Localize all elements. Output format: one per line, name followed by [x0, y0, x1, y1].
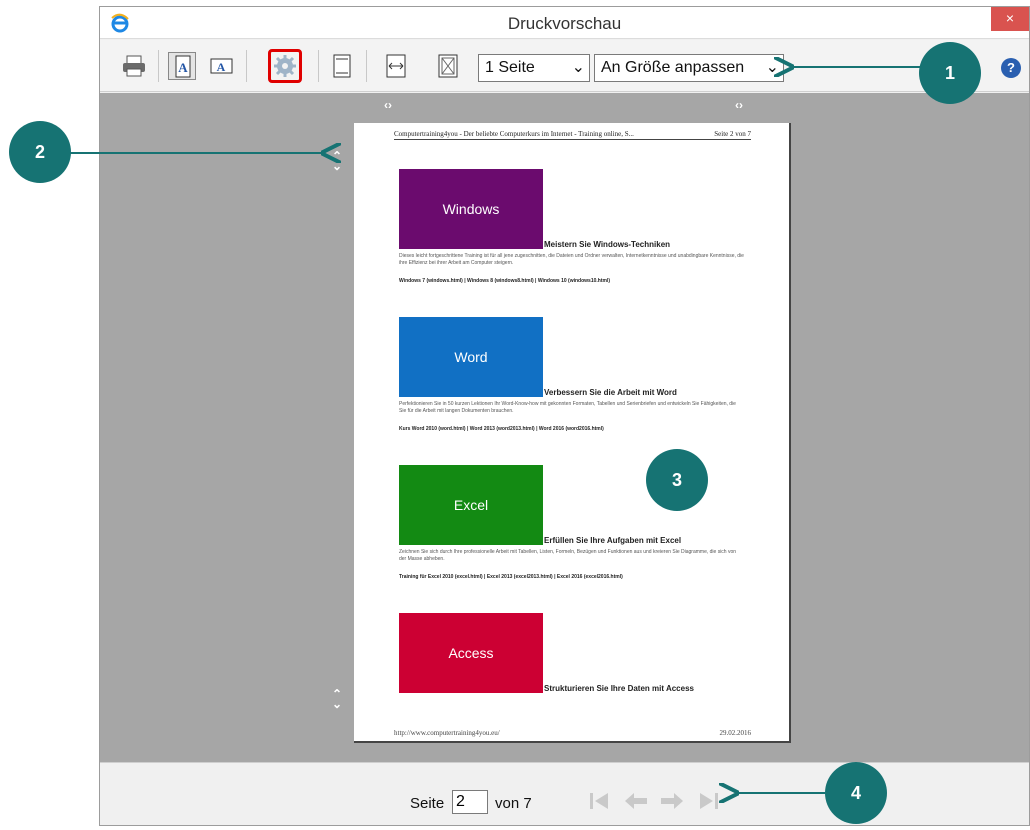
header-footer-icon[interactable]: [328, 52, 356, 80]
page-footer-url: http://www.computertraining4you.eu/: [394, 729, 500, 737]
zoom-select-value: An Größe anpassen: [601, 59, 745, 76]
status-bar: Seite 2 von 7: [100, 762, 1029, 825]
section-text: Perfektionieren Sie in 50 kurzen Lektion…: [399, 401, 736, 414]
zoom-select[interactable]: An Größe anpassen ⌄: [594, 54, 784, 82]
right-margin-handle[interactable]: ‹›: [735, 99, 743, 111]
full-page-icon[interactable]: [434, 52, 462, 80]
page-setup-gear-icon[interactable]: [268, 49, 302, 83]
section-links: Kurs Word 2010 (word.html) | Word 2013 (…: [399, 426, 604, 432]
first-page-icon[interactable]: [586, 789, 614, 813]
callout-3: 3: [646, 449, 708, 511]
chevron-down-icon: ⌄: [571, 59, 585, 76]
word-tile: Word: [399, 317, 543, 397]
top-margin-handle[interactable]: ⌃ ⌄: [332, 150, 342, 172]
callout-1: 1: [919, 42, 981, 104]
next-page-icon[interactable]: [658, 789, 686, 813]
page-count-label: von 7: [495, 795, 532, 812]
page-footer-date: 29.02.2016: [719, 729, 752, 737]
print-preview-window: Druckvorschau × A A 1 Seite ⌄ An Größe a…: [99, 6, 1030, 826]
chevron-down-icon: ⌄: [765, 59, 779, 76]
svg-text:A: A: [178, 60, 188, 75]
toolbar: A A 1 Seite ⌄ An Größe anpassen ⌄ ?: [100, 40, 1029, 92]
svg-text:A: A: [217, 60, 226, 74]
section-title: Verbessern Sie die Arbeit mit Word: [544, 388, 677, 397]
printer-icon[interactable]: [120, 52, 148, 80]
bottom-margin-handle[interactable]: ⌃ ⌄: [332, 688, 342, 710]
toolbar-separator: [158, 50, 159, 82]
close-button[interactable]: ×: [991, 7, 1029, 31]
pages-select-value: 1 Seite: [485, 59, 535, 76]
help-icon[interactable]: ?: [1001, 58, 1021, 78]
section-links: Training für Excel 2010 (excel.html) | E…: [399, 574, 623, 580]
page-header-right: Seite 2 von 7: [714, 130, 751, 138]
section-links: Windows 7 (windows.html) | Windows 8 (wi…: [399, 278, 610, 284]
landscape-icon[interactable]: A: [208, 52, 236, 80]
callout-4: 4: [825, 762, 887, 824]
page-number-input[interactable]: 2: [452, 790, 488, 814]
header-rule: [394, 139, 751, 140]
pages-select[interactable]: 1 Seite ⌄: [478, 54, 590, 82]
access-tile: Access: [399, 613, 543, 693]
excel-tile: Excel: [399, 465, 543, 545]
page-label: Seite: [410, 795, 445, 812]
callout-2: 2: [9, 121, 71, 183]
previous-page-icon[interactable]: [622, 789, 650, 813]
fit-width-icon[interactable]: [382, 52, 410, 80]
section-title: Erfüllen Sie Ihre Aufgaben mit Excel: [544, 536, 682, 545]
window-title: Druckvorschau: [507, 14, 622, 33]
section-text: Dieses leicht fortgeschrittene Training …: [399, 253, 744, 266]
section-text: Zeichnen Sie sich durch Ihre professione…: [399, 549, 737, 562]
page-header-left: Computertraining4you - Der beliebte Comp…: [394, 130, 634, 138]
preview-page: Computertraining4you - Der beliebte Comp…: [354, 123, 791, 743]
section-title: Meistern Sie Windows-Techniken: [544, 240, 671, 249]
last-page-icon[interactable]: [694, 789, 722, 813]
toolbar-separator: [318, 50, 319, 82]
left-margin-handle[interactable]: ‹›: [384, 99, 392, 111]
toolbar-separator: [366, 50, 367, 82]
title-bar: Druckvorschau ×: [100, 7, 1029, 39]
preview-canvas: ‹› ‹› ⌃ ⌄ ⌃ ⌄ Computertraining4you - Der b…: [100, 93, 1029, 762]
portrait-icon[interactable]: A: [168, 52, 196, 80]
windows-tile: Windows: [399, 169, 543, 249]
screenshot-root: Druckvorschau × A A 1 Seite ⌄ An Größe a…: [0, 0, 1030, 830]
section-title: Strukturieren Sie Ihre Daten mit Access: [544, 684, 694, 693]
toolbar-separator: [246, 50, 247, 82]
